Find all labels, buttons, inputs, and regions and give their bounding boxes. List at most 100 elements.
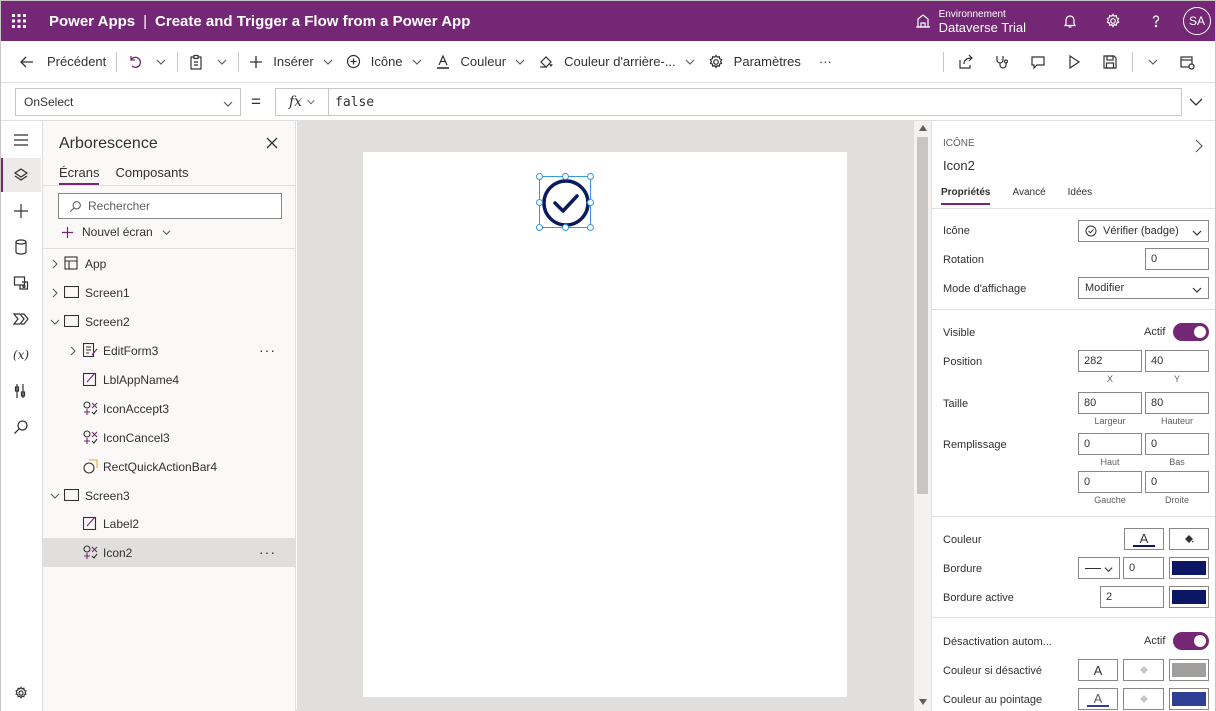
auto-disable-toggle[interactable] [1173,632,1209,650]
selected-check-badge-icon[interactable] [536,173,594,231]
resize-handle[interactable] [587,224,594,231]
environment-picker[interactable]: Environnement Dataverse Trial [915,8,1026,34]
tree-node-label2[interactable]: Label2 [43,509,296,538]
publish-button[interactable] [1169,41,1205,83]
disabled-fill-color-picker[interactable] [1123,659,1164,681]
canvas-scrollbar[interactable] [914,121,931,711]
chevron-right-icon[interactable] [49,287,61,299]
media-icon[interactable] [1,266,41,300]
height-input[interactable]: 80 [1145,392,1209,414]
resize-handle[interactable] [536,224,543,231]
tree-node-icon2[interactable]: Icon2 ··· [43,538,296,567]
paste-dropdown[interactable] [210,41,234,83]
border-thickness-input[interactable]: 0 [1123,557,1164,579]
color-menu[interactable]: Couleur [429,41,533,83]
border-style-dropdown[interactable] [1078,557,1120,579]
width-input[interactable]: 80 [1078,392,1142,414]
back-button[interactable]: Précédent [1,41,112,83]
close-icon[interactable] [265,136,279,150]
save-button[interactable] [1092,41,1128,83]
padding-left-input[interactable]: 0 [1078,471,1142,493]
chevron-down-icon[interactable] [49,316,61,328]
resize-handle[interactable] [587,173,594,180]
insert-plus-icon[interactable] [1,194,41,228]
disabled-font-color-picker[interactable]: A [1078,659,1118,681]
new-screen-button[interactable]: Nouvel écran [61,225,172,239]
advanced-tools-icon[interactable] [1,374,41,408]
control-name[interactable]: Icon2 [943,158,975,173]
tree-node-editform3[interactable]: EditForm3 ··· [43,336,296,365]
padding-right-input[interactable]: 0 [1145,471,1209,493]
undo-button[interactable] [121,41,149,83]
notifications-bell-icon[interactable] [1048,1,1091,41]
data-database-icon[interactable] [1,230,41,264]
chevron-right-icon[interactable] [49,258,61,270]
position-x-input[interactable]: 282 [1078,350,1142,372]
chevron-right-icon[interactable] [67,345,79,357]
visible-toggle[interactable] [1173,323,1209,341]
tab-screens[interactable]: Écrans [59,165,100,185]
resize-handle[interactable] [536,199,543,206]
share-button[interactable] [948,41,984,83]
scroll-up-arrow-icon[interactable] [919,125,927,131]
fill-color-picker[interactable] [1169,528,1209,550]
app-screen-canvas[interactable] [363,152,847,697]
tree-node-iconaccept3[interactable]: IconAccept3 [43,394,296,423]
tree-node-rectquickactionbar4[interactable]: RectQuickActionBar4 [43,452,296,481]
hover-font-color-picker[interactable]: A [1078,688,1118,710]
tree-search-input[interactable]: Rechercher [58,193,282,219]
expand-formula-chevron-icon[interactable] [1188,95,1204,109]
more-commands-button[interactable]: ··· [813,41,838,83]
hover-fill-color-picker[interactable] [1123,688,1164,710]
tab-advanced[interactable]: Avancé [1012,187,1045,205]
formula-input[interactable]: false [328,88,1182,116]
search-icon[interactable] [1,410,41,444]
paste-button[interactable] [182,41,210,83]
scrollbar-thumb[interactable] [917,137,928,494]
tab-ideas[interactable]: Idées [1068,187,1092,205]
more-options-button[interactable]: ··· [259,342,276,358]
tree-node-iconcancel3[interactable]: IconCancel3 [43,423,296,452]
preview-button[interactable] [1056,41,1092,83]
position-y-input[interactable]: 40 [1145,350,1209,372]
app-checker-button[interactable] [984,41,1020,83]
padding-top-input[interactable]: 0 [1078,433,1142,455]
resize-handle[interactable] [587,199,594,206]
property-dropdown[interactable]: OnSelect [15,88,241,116]
font-color-picker[interactable]: A [1124,528,1164,550]
hover-border-color-picker[interactable] [1169,688,1209,710]
rotation-input[interactable]: 0 [1145,248,1209,270]
resize-handle[interactable] [536,173,543,180]
tree-node-screen2[interactable]: Screen2 [43,307,296,336]
display-mode-dropdown[interactable]: Modifier [1078,277,1209,299]
undo-dropdown[interactable] [149,41,173,83]
tree-node-screen1[interactable]: Screen1 [43,278,296,307]
tree-node-app[interactable]: App [43,249,296,278]
icon-dropdown[interactable]: Vérifier (badge) [1078,220,1209,242]
hamburger-menu-icon[interactable] [1,123,41,157]
icon-menu[interactable]: Icône [340,41,429,83]
resize-handle[interactable] [562,224,569,231]
user-avatar[interactable]: SA [1183,7,1211,35]
tree-node-lblappname4[interactable]: LblAppName4 [43,365,296,394]
chevron-down-icon[interactable] [49,490,61,502]
comments-button[interactable] [1020,41,1056,83]
padding-bottom-input[interactable]: 0 [1145,433,1209,455]
resize-handle[interactable] [562,173,569,180]
insert-menu[interactable]: Insérer [243,41,339,83]
power-automate-icon[interactable] [1,302,41,336]
tab-components[interactable]: Composants [115,165,188,185]
scroll-down-arrow-icon[interactable] [919,699,927,705]
chevron-right-icon[interactable] [1194,139,1204,153]
save-dropdown[interactable] [1137,41,1169,83]
focused-border-color-picker[interactable] [1169,586,1209,608]
settings-button[interactable]: Paramètres [702,41,807,83]
tab-properties[interactable]: Propriétés [941,187,991,205]
help-question-icon[interactable] [1134,1,1177,41]
disabled-border-color-picker[interactable] [1169,659,1209,681]
settings-gear-icon[interactable] [1,676,41,710]
settings-gear-icon[interactable] [1091,1,1134,41]
border-color-picker[interactable] [1169,557,1209,579]
tree-node-screen3[interactable]: Screen3 [43,481,296,510]
fx-button[interactable]: fx [275,88,329,116]
